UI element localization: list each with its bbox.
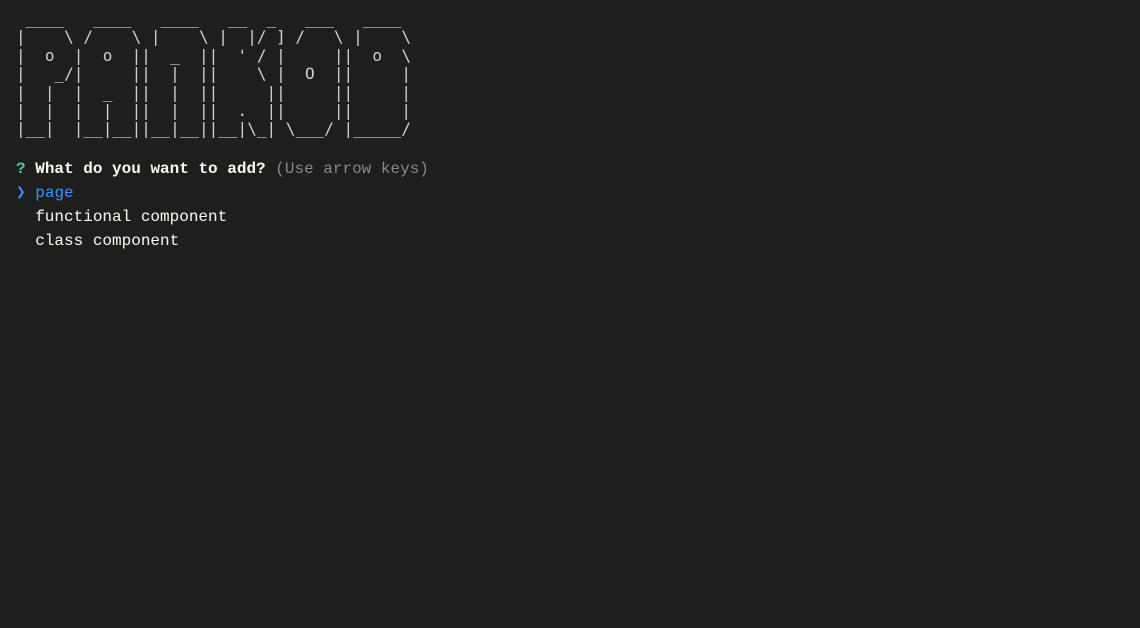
option-label: page <box>35 184 73 202</box>
option-class-component[interactable]: class component <box>16 229 1124 253</box>
prompt-line: ? What do you want to add? (Use arrow ke… <box>16 157 1124 181</box>
prompt-hint: (Use arrow keys) <box>275 160 429 178</box>
option-page[interactable]: ❯ page <box>16 181 1124 205</box>
prompt-question: What do you want to add? <box>35 160 265 178</box>
ascii-logo: ____ ____ ____ __ _ ___ ____ | \ / \ | \… <box>16 10 1124 139</box>
option-indent <box>16 232 35 250</box>
pointer-icon: ❯ <box>16 184 26 202</box>
option-label: functional component <box>35 208 227 226</box>
question-mark-icon: ? <box>16 160 26 178</box>
option-functional-component[interactable]: functional component <box>16 205 1124 229</box>
option-indent <box>16 208 35 226</box>
option-label: class component <box>35 232 179 250</box>
